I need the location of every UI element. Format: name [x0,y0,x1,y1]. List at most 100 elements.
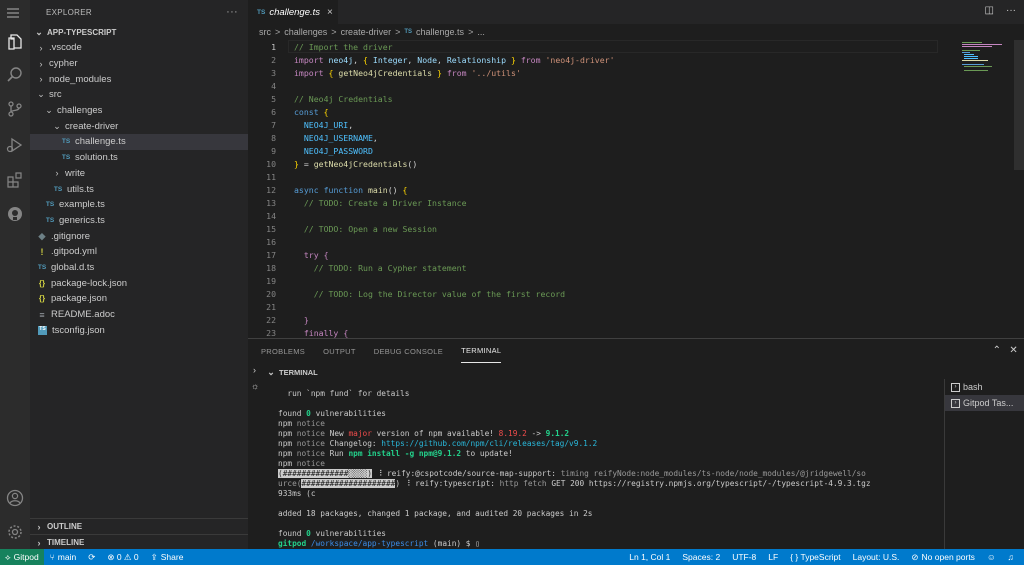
branch-indicator[interactable]: ⑂ main [44,552,83,562]
close-panel-icon[interactable]: ✕ [1009,345,1018,356]
tree-item[interactable]: ⌄ challenges [30,103,248,119]
explorer-more-icon[interactable]: ··· [226,6,238,18]
code-line[interactable]: 15 // TODO: Open a new Session [248,222,437,235]
code-line[interactable]: 10} = getNeo4jCredentials() [248,157,417,170]
code-line[interactable]: 14 [248,209,276,222]
timeline-section[interactable]: › TIMELINE [30,534,248,550]
tree-item[interactable]: TS generics.ts [30,213,248,229]
cursor-position[interactable]: Ln 1, Col 1 [623,552,676,563]
tree-item[interactable]: TS example.ts [30,197,248,213]
tree-item[interactable]: TS utils.ts [30,181,248,197]
settings-gear-icon[interactable] [5,522,25,542]
source-control-icon[interactable] [5,99,25,119]
tree-item[interactable]: ◆ .gitignore [30,228,248,244]
sync-icon[interactable]: ⟳ [82,552,101,563]
code-line[interactable]: 13 // TODO: Create a Driver Instance [248,196,466,209]
project-header[interactable]: ⌄ APP-TYPESCRIPT [30,24,248,40]
close-icon[interactable]: × [327,7,333,18]
feedback-icon[interactable]: ☺ [981,552,1002,563]
minimap[interactable] [960,40,1010,80]
tree-item[interactable]: ≡ README.adoc [30,307,248,323]
tab-output[interactable]: OUTPUT [323,339,356,363]
encoding[interactable]: UTF-8 [726,552,762,563]
chevron-right-icon[interactable]: › [253,365,256,375]
account-icon[interactable] [5,488,25,508]
code-line[interactable]: 12 async function main() { [248,183,407,196]
code-editor[interactable]: 1 // Import the driver 2 import neo4j, { In… [248,40,948,338]
tab-debug-console[interactable]: DEBUG CONSOLE [374,339,443,363]
terminal-list: › bash › Gitpod Tas... [944,379,1024,549]
terminal-text: notice [296,439,325,448]
terminal-text: notice [296,449,325,458]
split-editor-icon[interactable]: ◫ [985,5,994,16]
outline-section[interactable]: › OUTLINE [30,518,248,534]
code-line[interactable]: 22 } [248,313,309,326]
terminal-text: ) ⠸ reify:typescript: [395,479,500,488]
maximize-panel-icon[interactable]: ⌃ [993,345,1002,356]
keyboard-layout[interactable]: Layout: U.S. [847,552,906,563]
github-icon[interactable] [5,204,25,224]
breadcrumb-item[interactable]: challenges [284,27,327,37]
indentation[interactable]: Spaces: 2 [676,552,726,563]
share-button[interactable]: ⇪ Share [145,552,190,563]
tree-item[interactable]: {} package.json [30,291,248,307]
code-line[interactable]: 18 // TODO: Run a Cypher statement [248,261,466,274]
terminal-output[interactable]: run `npm fund` for details found 0 vulner… [278,381,938,549]
terminal-section-header[interactable]: ⌄ TERMINAL [248,365,1024,379]
tree-item[interactable]: › .vscode [30,40,248,56]
code-line[interactable]: 2 import neo4j, { Integer, Node, Relation… [248,53,614,66]
breadcrumb-item[interactable]: challenge.ts [416,27,464,37]
ports-indicator[interactable]: ⊘ No open ports [905,552,981,563]
tree-item[interactable]: › cypher [30,56,248,72]
code-line[interactable]: 20 // TODO: Log the Director value of th… [248,287,565,300]
tree-item[interactable]: {} package-lock.json [30,275,248,291]
code-line[interactable]: 5 // Neo4j Credentials [248,92,393,105]
tree-item[interactable]: TS tsconfig.json [30,322,248,338]
breadcrumb-item[interactable]: src [259,27,271,37]
tree-item[interactable]: TS challenge.ts [30,134,248,150]
breadcrumb-separator: > [395,27,401,37]
end-of-line[interactable]: LF [762,552,784,563]
code-line[interactable]: 4 [248,79,276,92]
code-line[interactable]: 8 NEO4J_USERNAME, [248,131,378,144]
breadcrumb-item[interactable]: create-driver [341,27,392,37]
tab-terminal[interactable]: TERMINAL [461,339,502,363]
remote-indicator[interactable]: ⟡ Gitpod [0,549,44,565]
tree-item[interactable]: › node_modules [30,71,248,87]
code-line[interactable]: 6 const { [248,105,328,118]
code-line[interactable]: 11 [248,170,276,183]
tab-problems[interactable]: PROBLEMS [261,339,305,363]
notifications-icon[interactable]: ♫ [1002,552,1020,563]
code-line[interactable]: 7 NEO4J_URI, [248,118,353,131]
run-debug-icon[interactable] [5,135,25,155]
menu-icon[interactable] [3,3,23,23]
code-line[interactable]: 19 [248,274,276,287]
line-number: 23 [266,327,276,338]
tree-item[interactable]: ! .gitpod.yml [30,244,248,260]
tree-item[interactable]: TS solution.ts [30,150,248,166]
search-icon[interactable] [5,65,25,85]
breadcrumb-item[interactable]: ... [477,27,485,37]
code-token: Integer [372,54,408,65]
code-line[interactable]: 17 try { [248,248,328,261]
more-actions-icon[interactable]: ··· [1006,5,1016,16]
tree-item[interactable]: TS global.d.ts [30,260,248,276]
editor-scrollbar[interactable] [1014,40,1024,170]
tab-challenge-ts[interactable]: TS challenge.ts × [248,0,338,24]
tree-item[interactable]: ⌄ create-driver [30,118,248,134]
tree-item[interactable]: ⌄ src [30,87,248,103]
code-line[interactable]: 16 [248,235,276,248]
explorer-icon[interactable] [5,32,25,52]
language-mode[interactable]: { } TypeScript [784,552,846,563]
terminal-list-item[interactable]: › Gitpod Tas... [945,395,1024,411]
problems-indicator[interactable]: ⊗ 0 ⚠ 0 [101,552,144,563]
terminal-list-item[interactable]: › bash [945,379,1024,395]
code-line[interactable]: 1 // Import the driver [248,40,393,53]
code-line[interactable]: 9 NEO4J_PASSWORD [248,144,373,157]
tree-item[interactable]: › write [30,166,248,182]
extensions-icon[interactable] [5,170,25,190]
lightbulb-icon[interactable]: ☼ [251,381,259,391]
code-line[interactable]: 21 [248,300,276,313]
code-line[interactable]: 3 import { getNeo4jCredentials } from '..… [248,66,521,79]
